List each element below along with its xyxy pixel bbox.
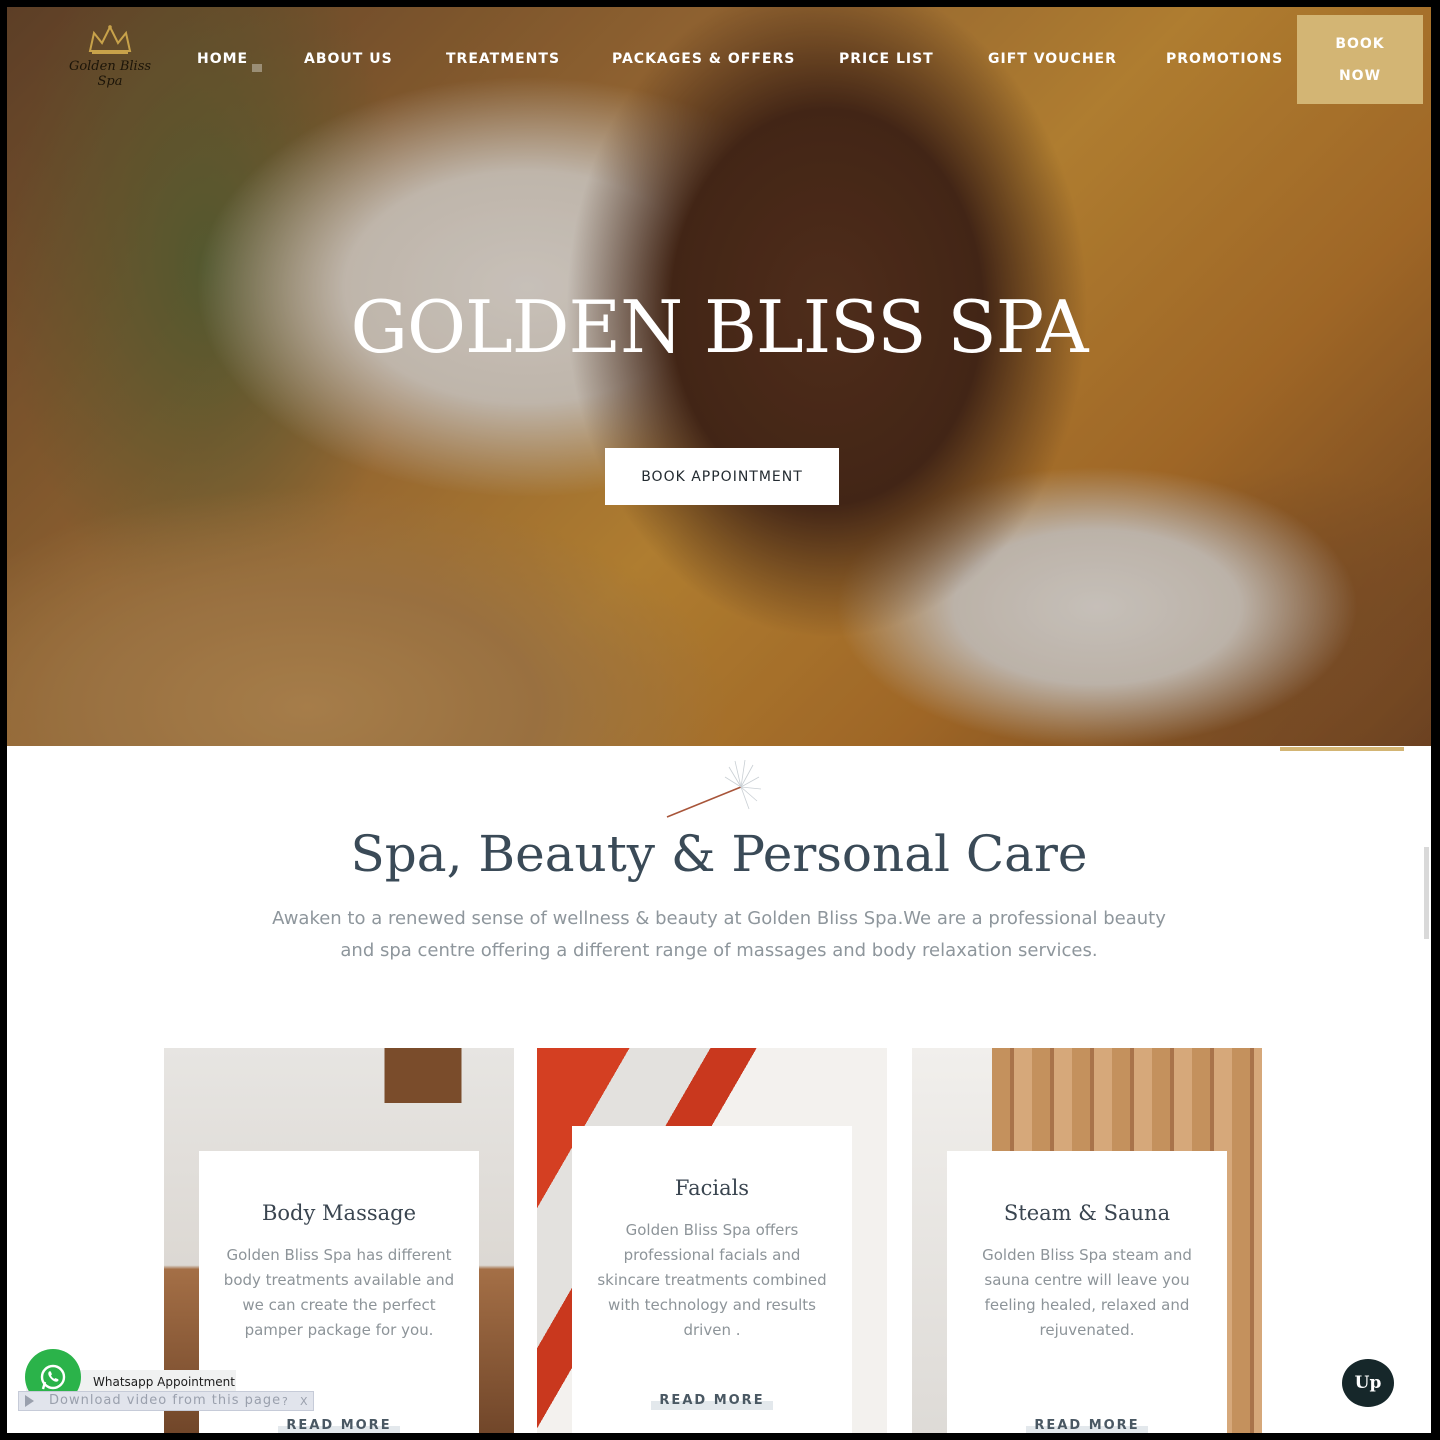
nav-promotions[interactable]: PROMOTIONS xyxy=(1166,51,1283,67)
play-icon xyxy=(25,1395,34,1407)
whatsapp-icon xyxy=(40,1364,66,1390)
service-card-facials: Facials Golden Bliss Spa offers professi… xyxy=(537,1048,887,1433)
card-title: Facials xyxy=(674,1176,750,1200)
read-more-link[interactable]: READ MORE xyxy=(199,1418,479,1433)
card-description: Golden Bliss Spa offers professional fac… xyxy=(597,1221,827,1339)
scroll-up-button[interactable]: Up xyxy=(1342,1359,1394,1407)
brand-name: Golden Bliss Spa xyxy=(68,59,152,89)
nav-price-list[interactable]: PRICE LIST xyxy=(839,51,934,67)
book-now-button[interactable]: BOOK NOW xyxy=(1297,15,1423,104)
read-more-link[interactable]: READ MORE xyxy=(572,1393,852,1410)
read-more-label: READ MORE xyxy=(286,1418,392,1433)
brand-logo[interactable]: Golden Bliss Spa xyxy=(55,25,165,105)
scrollbar-thumb[interactable] xyxy=(1424,847,1429,939)
nav-active-indicator xyxy=(252,64,262,72)
read-more-label: READ MORE xyxy=(659,1393,765,1408)
service-card-steam-sauna: Steam & Sauna Golden Bliss Spa steam and… xyxy=(912,1048,1262,1433)
nav-home[interactable]: HOME xyxy=(197,51,248,67)
download-video-bar[interactable]: Download video from this page ? X xyxy=(18,1391,314,1411)
book-appointment-button[interactable]: BOOK APPOINTMENT xyxy=(605,448,839,505)
lotus-crown-icon xyxy=(88,25,132,54)
section-description: Awaken to a renewed sense of wellness & … xyxy=(272,908,1166,961)
read-more-link[interactable]: READ MORE xyxy=(947,1418,1227,1433)
nav-about-us[interactable]: ABOUT US xyxy=(304,51,393,67)
book-now-line1: BOOK xyxy=(1335,36,1385,52)
page: Golden Bliss Spa HOME ABOUT US TREATMENT… xyxy=(7,7,1431,1433)
nav-treatments[interactable]: TREATMENTS xyxy=(446,51,560,67)
hero-title: GOLDEN BLISS SPA xyxy=(350,285,1088,369)
hero-banner: Golden Bliss Spa HOME ABOUT US TREATMENT… xyxy=(7,7,1431,746)
card-description: Golden Bliss Spa steam and sauna centre … xyxy=(982,1246,1192,1339)
card-description: Golden Bliss Spa has different body trea… xyxy=(223,1246,455,1339)
section-title: Spa, Beauty & Personal Care xyxy=(350,825,1088,883)
download-video-label[interactable]: Download video from this page xyxy=(49,1392,281,1410)
read-more-label: READ MORE xyxy=(1034,1418,1140,1433)
card-title: Steam & Sauna xyxy=(1003,1201,1171,1225)
book-now-line2: NOW xyxy=(1338,68,1382,84)
nav-packages-offers[interactable]: PACKAGES & OFFERS xyxy=(612,51,795,67)
card-title: Body Massage xyxy=(261,1201,417,1225)
card-content: Facials Golden Bliss Spa offers professi… xyxy=(572,1126,852,1433)
nav-gift-voucher[interactable]: GIFT VOUCHER xyxy=(988,51,1117,67)
help-icon[interactable]: ? xyxy=(282,1393,289,1411)
whatsapp-label: Whatsapp Appointment xyxy=(93,1375,235,1389)
hero-accent-line xyxy=(1280,747,1404,751)
dandelion-icon xyxy=(666,759,762,818)
card-content: Steam & Sauna Golden Bliss Spa steam and… xyxy=(947,1151,1227,1433)
hero-image xyxy=(7,7,1431,746)
close-icon[interactable]: X xyxy=(300,1393,309,1411)
